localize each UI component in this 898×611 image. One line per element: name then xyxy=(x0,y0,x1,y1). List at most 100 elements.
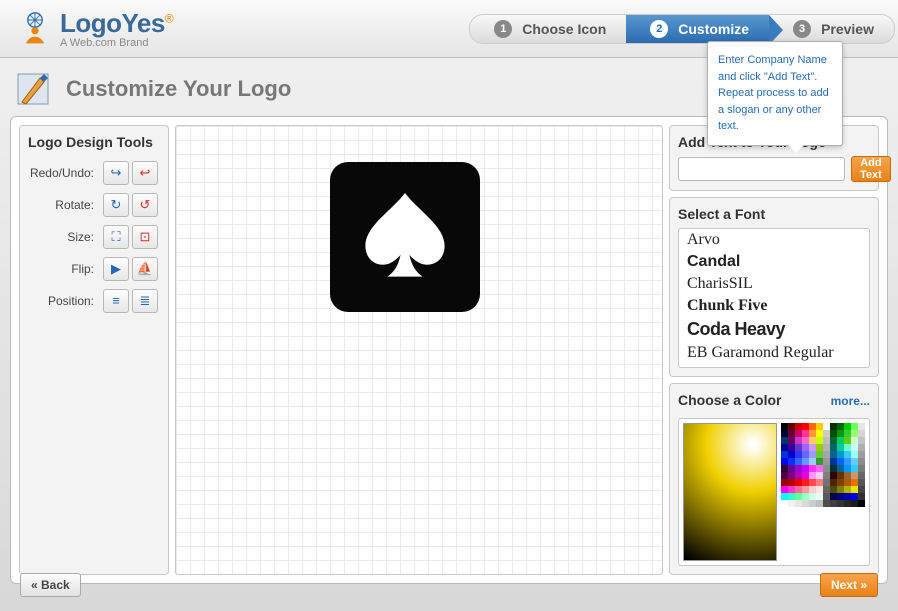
color-swatch[interactable] xyxy=(851,437,858,444)
color-swatch[interactable] xyxy=(802,437,809,444)
color-swatch[interactable] xyxy=(781,472,788,479)
color-swatch[interactable] xyxy=(823,500,830,507)
color-swatch[interactable] xyxy=(844,472,851,479)
color-swatch[interactable] xyxy=(795,500,802,507)
color-swatch[interactable] xyxy=(823,458,830,465)
color-swatch[interactable] xyxy=(816,486,823,493)
color-swatch[interactable] xyxy=(823,430,830,437)
color-swatch[interactable] xyxy=(837,437,844,444)
color-swatch[interactable] xyxy=(851,479,858,486)
color-swatch[interactable] xyxy=(830,472,837,479)
color-swatch[interactable] xyxy=(802,472,809,479)
color-swatch[interactable] xyxy=(837,493,844,500)
color-swatch[interactable] xyxy=(837,444,844,451)
color-swatch[interactable] xyxy=(781,493,788,500)
color-swatch[interactable] xyxy=(858,486,865,493)
color-swatch[interactable] xyxy=(788,437,795,444)
color-swatch[interactable] xyxy=(795,430,802,437)
font-candal[interactable]: Candal xyxy=(679,251,869,273)
color-swatch[interactable] xyxy=(844,430,851,437)
color-swatch-grid[interactable] xyxy=(781,423,865,561)
color-swatch[interactable] xyxy=(844,500,851,507)
color-swatch[interactable] xyxy=(823,451,830,458)
color-swatch[interactable] xyxy=(837,451,844,458)
color-swatch[interactable] xyxy=(788,465,795,472)
color-swatch[interactable] xyxy=(809,430,816,437)
color-swatch[interactable] xyxy=(809,437,816,444)
color-swatch[interactable] xyxy=(837,500,844,507)
color-swatch[interactable] xyxy=(802,465,809,472)
company-name-input[interactable] xyxy=(678,157,845,181)
color-swatch[interactable] xyxy=(781,465,788,472)
color-swatch[interactable] xyxy=(781,458,788,465)
color-swatch[interactable] xyxy=(781,423,788,430)
color-swatch[interactable] xyxy=(858,430,865,437)
color-more-link[interactable]: more... xyxy=(831,394,870,408)
color-swatch[interactable] xyxy=(809,493,816,500)
color-swatch[interactable] xyxy=(802,458,809,465)
color-swatch[interactable] xyxy=(816,472,823,479)
color-swatch[interactable] xyxy=(851,444,858,451)
rotate-ccw-button[interactable]: ↺ xyxy=(132,193,158,217)
color-gradient-picker[interactable] xyxy=(683,423,777,561)
flip-h-button[interactable]: ▶ xyxy=(103,257,129,281)
color-swatch[interactable] xyxy=(844,486,851,493)
color-swatch[interactable] xyxy=(788,493,795,500)
color-swatch[interactable] xyxy=(788,444,795,451)
color-swatch[interactable] xyxy=(837,479,844,486)
color-swatch[interactable] xyxy=(802,479,809,486)
color-swatch[interactable] xyxy=(823,493,830,500)
font-list[interactable]: Arvo Candal CharisSIL Chunk Five Coda He… xyxy=(678,228,870,368)
color-swatch[interactable] xyxy=(795,444,802,451)
color-swatch[interactable] xyxy=(802,430,809,437)
color-swatch[interactable] xyxy=(844,493,851,500)
color-swatch[interactable] xyxy=(802,500,809,507)
step-customize[interactable]: 2Customize xyxy=(626,14,769,44)
color-swatch[interactable] xyxy=(858,472,865,479)
color-swatch[interactable] xyxy=(788,479,795,486)
color-swatch[interactable] xyxy=(851,493,858,500)
size-down-button[interactable]: ⊡ xyxy=(132,225,158,249)
color-swatch[interactable] xyxy=(802,493,809,500)
color-swatch[interactable] xyxy=(788,500,795,507)
color-swatch[interactable] xyxy=(851,500,858,507)
color-swatch[interactable] xyxy=(830,437,837,444)
color-swatch[interactable] xyxy=(823,486,830,493)
color-swatch[interactable] xyxy=(823,423,830,430)
color-swatch[interactable] xyxy=(816,451,823,458)
color-swatch[interactable] xyxy=(830,444,837,451)
color-swatch[interactable] xyxy=(830,500,837,507)
color-swatch[interactable] xyxy=(809,451,816,458)
color-swatch[interactable] xyxy=(816,437,823,444)
color-swatch[interactable] xyxy=(795,479,802,486)
rotate-cw-button[interactable]: ↻ xyxy=(103,193,129,217)
color-swatch[interactable] xyxy=(795,437,802,444)
color-swatch[interactable] xyxy=(844,479,851,486)
color-swatch[interactable] xyxy=(795,458,802,465)
color-swatch[interactable] xyxy=(823,472,830,479)
flip-v-button[interactable]: ⛵ xyxy=(132,257,158,281)
color-swatch[interactable] xyxy=(851,472,858,479)
color-swatch[interactable] xyxy=(851,423,858,430)
redo-button[interactable]: ↪ xyxy=(103,161,129,185)
color-swatch[interactable] xyxy=(830,423,837,430)
color-swatch[interactable] xyxy=(830,458,837,465)
color-swatch[interactable] xyxy=(823,479,830,486)
color-swatch[interactable] xyxy=(851,458,858,465)
color-swatch[interactable] xyxy=(802,423,809,430)
color-swatch[interactable] xyxy=(809,486,816,493)
color-swatch[interactable] xyxy=(788,486,795,493)
color-swatch[interactable] xyxy=(809,472,816,479)
color-swatch[interactable] xyxy=(837,465,844,472)
color-swatch[interactable] xyxy=(844,465,851,472)
color-swatch[interactable] xyxy=(788,430,795,437)
color-swatch[interactable] xyxy=(858,423,865,430)
color-swatch[interactable] xyxy=(809,479,816,486)
color-swatch[interactable] xyxy=(802,451,809,458)
color-swatch[interactable] xyxy=(809,500,816,507)
color-swatch[interactable] xyxy=(809,465,816,472)
color-swatch[interactable] xyxy=(788,423,795,430)
position-right-button[interactable]: ≣ xyxy=(132,289,158,313)
color-swatch[interactable] xyxy=(844,451,851,458)
color-swatch[interactable] xyxy=(823,465,830,472)
